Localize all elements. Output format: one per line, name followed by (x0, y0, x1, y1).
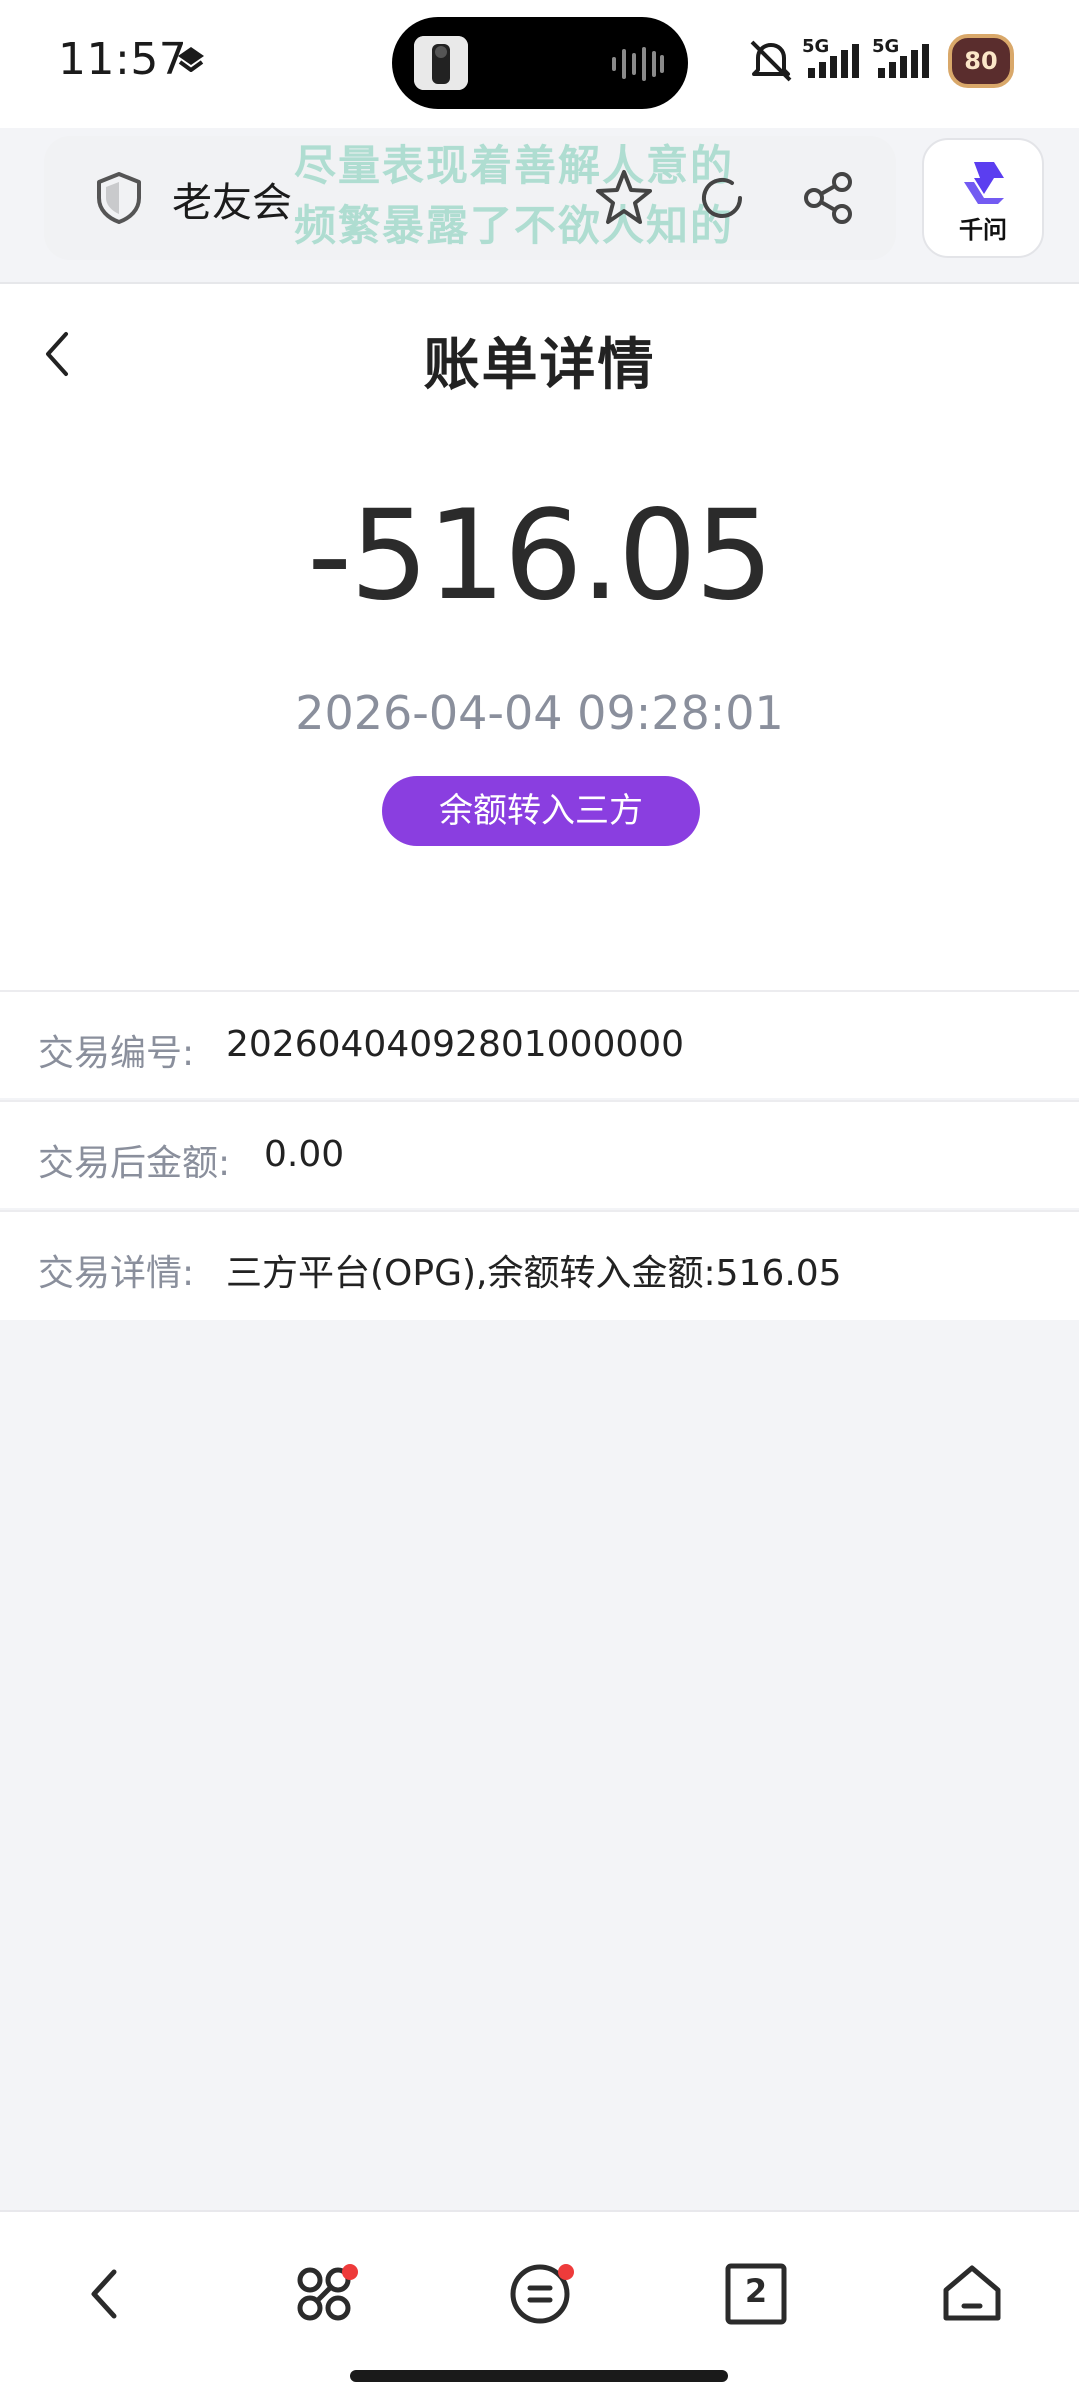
transaction-datetime: 2026-04-04 09:28:01 (295, 686, 784, 740)
detail-row-transaction-id: 交易编号: 20260404092801000000 (0, 990, 1079, 1098)
detail-row-description: 交易详情: 三方平台(OPG),余额转入金额:516.05 (0, 1210, 1079, 1320)
detail-row-balance-after: 交易后金额: 0.00 (0, 1100, 1079, 1208)
status-bar: 11:57 5G 5G 80 (0, 0, 1079, 128)
detail-label: 交易后金额: (38, 1143, 231, 1184)
detail-label: 交易详情: (38, 1253, 195, 1294)
shield-icon[interactable] (92, 170, 146, 226)
tabs-button[interactable]: 2 (716, 2254, 796, 2334)
refresh-icon[interactable] (692, 168, 752, 228)
album-art-icon (414, 36, 468, 90)
qianwen-logo-icon (964, 162, 1004, 204)
qianwen-assistant-button[interactable]: 千问 (922, 138, 1044, 258)
home-indicator[interactable] (350, 2370, 728, 2382)
transaction-amount: -516.05 (307, 484, 774, 628)
battery-level: 80 (964, 47, 998, 75)
tab-count: 2 (744, 2272, 768, 2310)
detail-value: 三方平台(OPG),余额转入金额:516.05 (226, 1253, 842, 1294)
signal-icon (878, 44, 929, 78)
star-icon[interactable] (592, 166, 656, 230)
transaction-type-badge: 余额转入三方 (382, 776, 700, 846)
address-bar[interactable]: 老友会 尽量表现着善解人意的 频繁暴露了不欲人知的 (44, 136, 896, 260)
site-title: 老友会 (172, 180, 292, 226)
bell-muted-icon (750, 40, 792, 82)
back-arrow-icon[interactable] (68, 2254, 148, 2334)
watermark-text: 尽量表现着善解人意的 频繁暴露了不欲人知的 (294, 141, 735, 250)
bill-summary: 账单详情 -516.05 2026-04-04 09:28:01 余额转入三方 (0, 284, 1079, 990)
home-icon[interactable] (932, 2254, 1012, 2334)
audio-wave-icon (612, 47, 664, 81)
battery-indicator: 80 (948, 34, 1014, 88)
detail-value: 20260404092801000000 (226, 1024, 685, 1065)
menu-button[interactable] (500, 2254, 580, 2334)
qianwen-label: 千问 (959, 216, 1007, 244)
page-title: 账单详情 (423, 333, 656, 398)
dynamic-island[interactable] (392, 17, 688, 109)
share-icon[interactable] (798, 168, 858, 228)
layers-icon (178, 47, 204, 72)
ai-feature-button[interactable] (284, 2254, 364, 2334)
detail-value: 0.00 (264, 1134, 345, 1175)
notification-dot (558, 2264, 574, 2280)
signal-icon (808, 44, 859, 78)
status-time: 11:57 (58, 34, 188, 85)
detail-label: 交易编号: (38, 1033, 195, 1074)
notification-dot (342, 2264, 358, 2280)
